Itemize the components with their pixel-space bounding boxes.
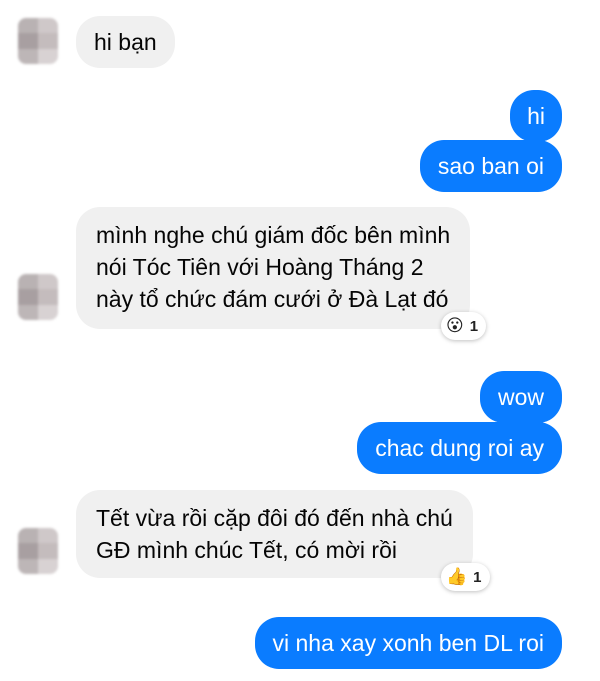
message-reaction[interactable]: 😮 1 [441,312,487,340]
thumbs-up-icon: 👍 [446,567,468,586]
message-line: nói Tóc Tiên với Hoàng Tháng 2 [96,254,424,280]
message-line: GĐ mình chúc Tết, có mời rồi [96,537,397,563]
contact-avatar[interactable] [18,18,58,64]
contact-avatar[interactable] [18,528,58,574]
message-line: Tết vừa rồi cặp đôi đó đến nhà chú [96,505,453,531]
outgoing-message[interactable]: wow [479,371,562,423]
incoming-message[interactable]: Tết vừa rồi cặp đôi đó đến nhà chú GĐ mì… [76,490,473,578]
message-text: sao ban oi [437,153,544,179]
reaction-count: 1 [469,317,479,335]
message-line: mình nghe chú giám đốc bên mình [96,222,451,248]
message-text: vi nha xay xonh ben DL roi [272,630,544,656]
incoming-message[interactable]: mình nghe chú giám đốc bên mình nói Tóc … [76,207,471,329]
message-text: chac dung roi ay [375,435,544,461]
contact-avatar[interactable] [18,274,58,320]
outgoing-message[interactable]: vi nha xay xonh ben DL roi [254,617,562,669]
message-text: hi bạn [94,29,157,55]
outgoing-message[interactable]: sao ban oi [419,140,562,192]
surprised-face-icon: 😮 [446,316,464,335]
message-text: wow [497,384,544,410]
reaction-count: 1 [473,568,482,586]
outgoing-message[interactable]: hi [510,90,562,142]
message-reaction[interactable]: 👍 1 [441,563,490,591]
incoming-message[interactable]: hi bạn [76,16,175,68]
message-line: này tổ chức đám cưới ở Đà Lạt đó [96,286,449,312]
outgoing-message[interactable]: chac dung roi ay [357,422,562,474]
message-text: hi [527,103,545,129]
